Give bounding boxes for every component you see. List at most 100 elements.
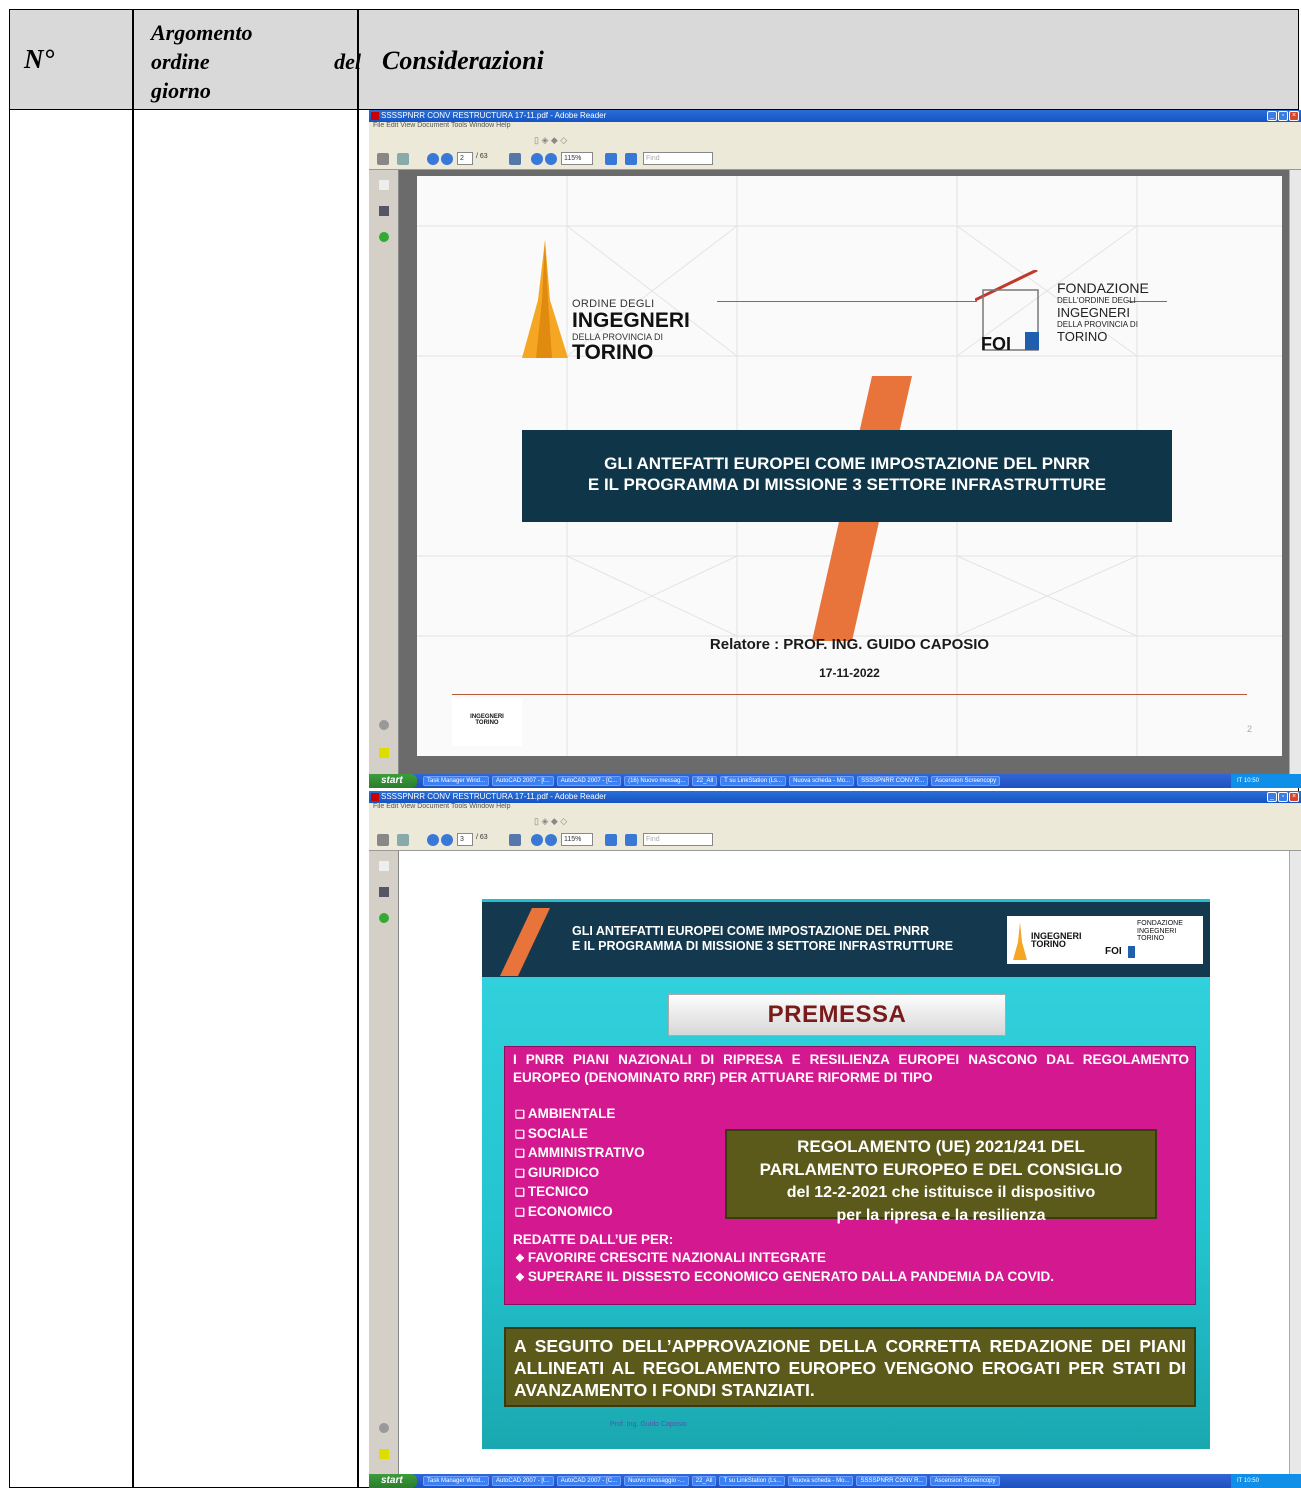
taskbar-item[interactable]: AutoCAD 2007 - [t... — [492, 776, 554, 786]
pages-icon[interactable] — [379, 180, 389, 190]
layers-icon[interactable] — [379, 887, 389, 897]
ordine-ingegneri-logo: ORDINE DEGLI INGEGNERI DELLA PROVINCIA D… — [572, 298, 690, 364]
fit-width-icon[interactable] — [625, 834, 637, 846]
taskbar-item[interactable]: Ascension Screencopy — [930, 1476, 1000, 1486]
select-tool-icon[interactable] — [509, 834, 521, 846]
taskbar-item[interactable]: Nuova scheda - Mo... — [789, 776, 855, 786]
signatures-icon[interactable] — [379, 232, 389, 242]
prev-page-icon[interactable] — [427, 834, 439, 846]
regulation-line: del 12-2-2021 che istituisce il disposit… — [786, 1184, 1096, 1201]
header-considerazioni: Considerazioni — [382, 46, 544, 75]
header-number: N° — [24, 44, 55, 74]
attachment-icon[interactable] — [379, 1423, 389, 1433]
zoom-in-icon[interactable] — [545, 834, 557, 846]
page-number-input[interactable]: 2 — [457, 152, 473, 165]
taskbar-item[interactable]: Nuova scheda - Mo... — [788, 1476, 854, 1486]
select-tool-icon[interactable] — [509, 153, 521, 165]
taskbar-item[interactable]: Task Manager Wind... — [423, 776, 490, 786]
list-item: AMMINISTRATIVO — [515, 1144, 645, 1164]
minimize-icon[interactable]: _ — [1267, 111, 1277, 121]
taskbar-item[interactable]: T su LinkStation (Ls... — [719, 1476, 786, 1486]
page-number-input[interactable]: 3 — [457, 833, 473, 846]
comments-icon[interactable] — [379, 748, 389, 758]
fit-page-icon[interactable] — [605, 153, 617, 165]
close-icon[interactable]: × — [1289, 111, 1299, 121]
fit-page-icon[interactable] — [605, 834, 617, 846]
logo-text: INGEGNERI TORINO — [1031, 932, 1082, 949]
taskbar-item[interactable]: 22_All — [691, 1476, 717, 1486]
reader-window-screenshot: SSSSPNRR CONV RESTRUCTURA 17-11.pdf - Ad… — [369, 110, 1301, 788]
signatures-icon[interactable] — [379, 913, 389, 923]
taskbar-item[interactable]: (16) Nuovo messag... — [624, 776, 690, 786]
window-controls: _ ▫ × — [1267, 792, 1299, 802]
vertical-scrollbar[interactable] — [1289, 170, 1301, 774]
list-item: SOCIALE — [515, 1125, 645, 1145]
adobe-reader-icon — [371, 793, 379, 801]
taskbar: start Task Manager Wind... AutoCAD 2007 … — [369, 1474, 1301, 1488]
logo-text: DELLA PROVINCIA DI — [1057, 320, 1138, 329]
header-logos: INGEGNERI TORINO FONDAZIONE INGEGNERI TO… — [1007, 916, 1203, 964]
zoom-out-icon[interactable] — [531, 834, 543, 846]
maximize-icon[interactable]: ▫ — [1278, 111, 1288, 121]
taskbar-item[interactable]: SSSSPNRR CONV R... — [857, 776, 929, 786]
attachment-icon[interactable] — [379, 720, 389, 730]
maximize-icon[interactable]: ▫ — [1278, 792, 1288, 802]
zoom-in-icon[interactable] — [545, 153, 557, 165]
slide-header-title: GLI ANTEFATTI EUROPEI COME IMPOSTAZIONE … — [572, 924, 953, 954]
slide-title-box: GLI ANTEFATTI EUROPEI COME IMPOSTAZIONE … — [522, 430, 1172, 522]
menu-items[interactable]: File Edit View Document Tools Window Hel… — [373, 122, 510, 129]
logo-text: FONDAZIONE INGEGNERI TORINO — [1137, 920, 1183, 943]
menu-items[interactable]: File Edit View Document Tools Window Hel… — [373, 803, 510, 810]
logo-text: TORINO — [1057, 329, 1108, 344]
print-icon[interactable] — [377, 834, 389, 846]
find-input[interactable]: Find — [643, 152, 713, 165]
foit-logo-mark: FOI — [975, 270, 1039, 354]
vertical-scrollbar[interactable] — [1289, 851, 1301, 1474]
taskbar-item[interactable]: AutoCAD 2007 - [C... — [556, 1476, 622, 1486]
next-page-icon[interactable] — [441, 834, 453, 846]
logo-text: TORINO — [1031, 939, 1066, 949]
fit-width-icon[interactable] — [625, 153, 637, 165]
taskbar-item[interactable]: Nuovo messaggio -... — [624, 1476, 689, 1486]
slide-title-line: GLI ANTEFATTI EUROPEI COME IMPOSTAZIONE … — [604, 454, 1090, 473]
logo-text: INGEGNERI — [1137, 927, 1177, 935]
adobe-reader-icon — [371, 112, 379, 120]
print-icon[interactable] — [377, 153, 389, 165]
footer-line — [452, 694, 1247, 695]
foit-logo-text: FOI — [1105, 946, 1122, 957]
taskbar-item[interactable]: SSSSPNRR CONV R... — [856, 1476, 928, 1486]
logo-text: INGEGNERI — [572, 309, 690, 332]
email-icon[interactable] — [397, 153, 409, 165]
pages-icon[interactable] — [379, 861, 389, 871]
close-icon[interactable]: × — [1289, 792, 1299, 802]
find-input[interactable]: Find — [643, 833, 713, 846]
taskbar-item[interactable]: T su LinkStation (Ls... — [720, 776, 787, 786]
taskbar: start Task Manager Wind... AutoCAD 2007 … — [369, 774, 1301, 788]
foit-logo-mark — [1128, 946, 1135, 958]
email-icon[interactable] — [397, 834, 409, 846]
taskbar-item[interactable]: AutoCAD 2007 - [t... — [492, 1476, 554, 1486]
start-button[interactable]: start — [369, 1474, 417, 1488]
zoom-select[interactable]: 115% — [561, 833, 593, 846]
prev-page-icon[interactable] — [427, 153, 439, 165]
navigation-panel — [369, 170, 399, 774]
taskbar-item[interactable]: Ascension Screencopy — [931, 776, 1001, 786]
zoom-select[interactable]: 115% — [561, 152, 593, 165]
layers-icon[interactable] — [379, 206, 389, 216]
zoom-out-icon[interactable] — [531, 153, 543, 165]
mole-antonelliana-logo — [1013, 922, 1027, 960]
next-page-icon[interactable] — [441, 153, 453, 165]
slide-page-number: 2 — [1246, 724, 1252, 734]
header-arg-line2: ordine del — [151, 47, 361, 76]
regulation-line: REGOLAMENTO (UE) 2021/241 DEL — [797, 1137, 1085, 1156]
comments-icon[interactable] — [379, 1449, 389, 1459]
taskbar-item[interactable]: 22_All — [692, 776, 718, 786]
taskbar-item[interactable]: AutoCAD 2007 - [C... — [556, 776, 622, 786]
foit-logo-text: FOI — [981, 334, 1011, 354]
minimize-icon[interactable]: _ — [1267, 792, 1277, 802]
window-titlebar: SSSSPNRR CONV RESTRUCTURA 17-11.pdf - Ad… — [369, 110, 1301, 122]
start-button[interactable]: start — [369, 774, 417, 788]
taskbar-tasks: Task Manager Wind... AutoCAD 2007 - [t..… — [423, 1476, 1000, 1486]
logo-text: FONDAZIONE — [1057, 280, 1149, 296]
taskbar-item[interactable]: Task Manager Wind... — [423, 1476, 490, 1486]
